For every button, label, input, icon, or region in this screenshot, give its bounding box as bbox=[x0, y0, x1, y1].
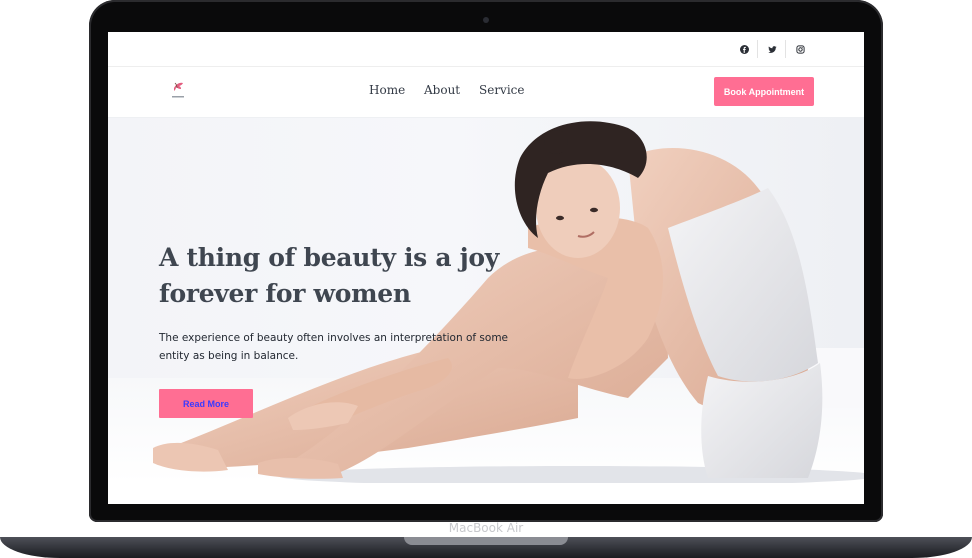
read-more-button[interactable]: Read More bbox=[159, 389, 253, 418]
nav-home-link[interactable]: Home bbox=[369, 83, 405, 97]
instagram-icon[interactable] bbox=[793, 42, 807, 56]
laptop-notch bbox=[404, 537, 568, 545]
nav-service-link[interactable]: Service bbox=[479, 83, 525, 97]
nav-about-link[interactable]: About bbox=[424, 83, 460, 97]
twitter-icon[interactable] bbox=[765, 42, 779, 56]
divider bbox=[757, 40, 758, 58]
hero-description: The experience of beauty often involves … bbox=[159, 332, 509, 362]
logo-icon[interactable] bbox=[170, 79, 186, 101]
book-appointment-button[interactable]: Book Appointment bbox=[714, 77, 814, 106]
facebook-icon[interactable] bbox=[737, 42, 751, 56]
hero-section: A thing of beauty is a joy forever for w… bbox=[108, 118, 864, 483]
main-nav: Home About Service Book Appointment bbox=[108, 67, 864, 118]
camera bbox=[483, 17, 489, 23]
topbar bbox=[108, 32, 864, 67]
divider bbox=[785, 40, 786, 58]
page-below-hero bbox=[108, 483, 864, 504]
hero-title: A thing of beauty is a joy forever for w… bbox=[159, 243, 499, 308]
browser-screen: Home About Service Book Appointment A th… bbox=[108, 32, 864, 504]
device-label: MacBook Air bbox=[448, 521, 524, 535]
